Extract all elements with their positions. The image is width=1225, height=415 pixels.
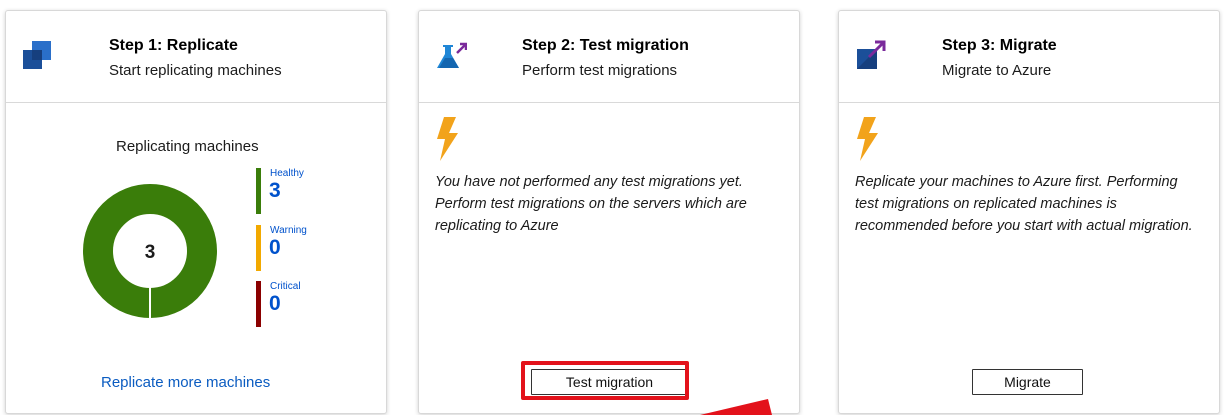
legend-critical: Critical 0 xyxy=(256,281,346,327)
critical-value: 0 xyxy=(269,292,281,315)
migrate-card: Step 3: Migrate Migrate to Azure Replica… xyxy=(838,10,1220,414)
test-migration-card: Step 2: Test migration Perform test migr… xyxy=(418,10,800,414)
red-arrow-icon xyxy=(700,399,772,415)
warning-label: Warning xyxy=(270,225,307,236)
legend-healthy: Healthy 3 xyxy=(256,168,346,214)
donut-total: 3 xyxy=(145,242,156,263)
test-migration-button[interactable]: Test migration xyxy=(531,369,688,395)
replication-donut-chart: 3 xyxy=(83,184,217,319)
step-subtitle: Migrate to Azure xyxy=(942,62,1052,79)
lightning-bolt-icon xyxy=(857,117,878,161)
healthy-bar xyxy=(256,168,261,214)
healthy-value: 3 xyxy=(269,179,281,202)
replicate-card: Step 1: Replicate Start replicating mach… xyxy=(5,10,387,414)
test-migration-message: You have not performed any test migratio… xyxy=(435,174,747,234)
replicate-icon xyxy=(23,41,51,69)
critical-bar xyxy=(256,281,261,327)
warning-bar xyxy=(256,225,261,271)
migrate-icon xyxy=(857,40,886,69)
migrate-button[interactable]: Migrate xyxy=(972,369,1083,395)
replicate-card-header: Step 1: Replicate Start replicating mach… xyxy=(6,11,386,103)
step-subtitle: Start replicating machines xyxy=(109,62,282,79)
warning-value: 0 xyxy=(269,236,281,259)
migrate-message: Replicate your machines to Azure first. … xyxy=(855,174,1193,234)
step-title: Step 3: Migrate xyxy=(942,37,1057,54)
replicate-more-machines-link[interactable]: Replicate more machines xyxy=(101,374,270,391)
test-migration-card-header: Step 2: Test migration Perform test migr… xyxy=(419,11,799,103)
step-title: Step 2: Test migration xyxy=(522,37,689,54)
migrate-card-header: Step 3: Migrate Migrate to Azure xyxy=(839,11,1219,103)
critical-label: Critical xyxy=(270,281,301,292)
healthy-label: Healthy xyxy=(270,168,304,179)
step-title: Step 1: Replicate xyxy=(109,37,238,54)
replicating-machines-title: Replicating machines xyxy=(116,138,259,155)
legend-warning: Warning 0 xyxy=(256,225,346,271)
flask-icon xyxy=(437,42,467,68)
step-subtitle: Perform test migrations xyxy=(522,62,678,79)
lightning-bolt-icon xyxy=(437,117,458,161)
